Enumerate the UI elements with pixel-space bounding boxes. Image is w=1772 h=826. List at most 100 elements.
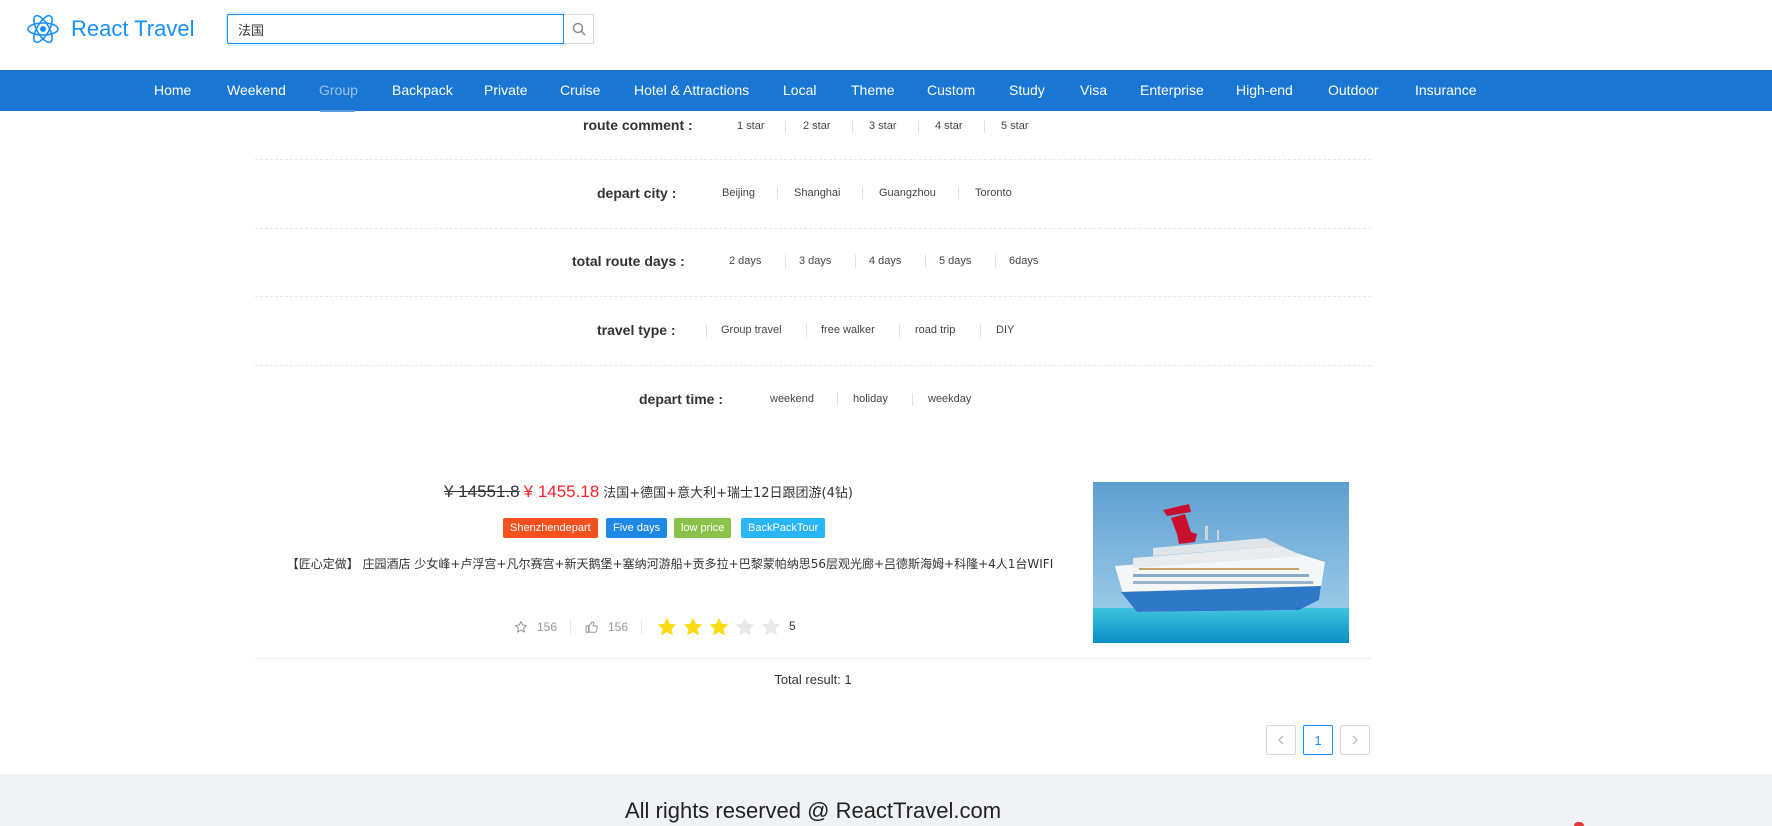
nav-item-high-end[interactable]: High-end bbox=[1236, 70, 1293, 111]
filter-separator bbox=[706, 324, 707, 337]
chevron-right-icon bbox=[1352, 735, 1358, 745]
nav-item-group[interactable]: Group bbox=[319, 70, 358, 111]
filter-separator bbox=[777, 187, 778, 200]
filter-option[interactable]: 2 star bbox=[803, 115, 831, 137]
nav-item-home[interactable]: Home bbox=[154, 70, 191, 111]
rating-star-2[interactable] bbox=[682, 616, 704, 638]
filter-option[interactable]: 1 star bbox=[737, 115, 765, 137]
filter-separator bbox=[855, 255, 856, 268]
filter-option[interactable]: Toronto bbox=[975, 182, 1012, 204]
search-button[interactable] bbox=[564, 14, 594, 44]
tag-backpacktour: BackPackTour bbox=[741, 518, 826, 538]
filter-separator bbox=[995, 255, 996, 268]
filter-option[interactable]: 4 star bbox=[935, 115, 963, 137]
filter-separator bbox=[837, 393, 838, 406]
filter-row-total-route-days: total route days : 2 days 3 days 4 days … bbox=[255, 250, 1371, 297]
filter-separator bbox=[925, 255, 926, 268]
search-icon bbox=[572, 22, 585, 36]
filter-option[interactable]: 2 days bbox=[729, 250, 761, 272]
header: React Travel bbox=[0, 0, 1772, 70]
react-logo-icon[interactable] bbox=[26, 12, 60, 46]
filter-option[interactable]: road trip bbox=[915, 319, 955, 341]
list-divider bbox=[255, 658, 1371, 659]
cruise-ship-image bbox=[1093, 482, 1349, 643]
filter-option[interactable]: Group travel bbox=[721, 319, 782, 341]
filter-separator bbox=[806, 324, 807, 337]
filter-separator bbox=[785, 120, 786, 133]
stat-separator bbox=[641, 619, 642, 634]
thumbs-up-icon bbox=[585, 621, 598, 633]
nav-item-theme[interactable]: Theme bbox=[851, 70, 895, 111]
filter-option[interactable]: 5 days bbox=[939, 250, 971, 272]
nav-item-cruise[interactable]: Cruise bbox=[560, 70, 600, 111]
filter-option[interactable]: 4 days bbox=[869, 250, 901, 272]
filter-separator bbox=[980, 324, 981, 337]
filter-option[interactable]: Guangzhou bbox=[879, 182, 936, 204]
filter-option[interactable]: Shanghai bbox=[794, 182, 841, 204]
nav-item-enterprise[interactable]: Enterprise bbox=[1140, 70, 1204, 111]
floating-badge[interactable] bbox=[1574, 822, 1584, 826]
filter-row-depart-city: depart city : Beijing Shanghai Guangzhou… bbox=[255, 182, 1371, 229]
nav-item-private[interactable]: Private bbox=[484, 70, 528, 111]
pagination-next[interactable] bbox=[1340, 725, 1370, 755]
filter-separator bbox=[912, 393, 913, 406]
like-count: 156 bbox=[608, 620, 629, 634]
filter-option[interactable]: Beijing bbox=[722, 182, 755, 204]
like-action[interactable]: 156 bbox=[585, 617, 628, 637]
filter-separator bbox=[918, 120, 919, 133]
nav-item-backpack[interactable]: Backpack bbox=[392, 70, 453, 111]
tag-five-days: Five days bbox=[606, 518, 668, 538]
nav-item-outdoor[interactable]: Outdoor bbox=[1328, 70, 1379, 111]
star-outline-icon bbox=[514, 620, 528, 633]
sale-price: ¥ 1455.18 bbox=[523, 482, 600, 501]
nav-item-local[interactable]: Local bbox=[783, 70, 816, 111]
rating-star-4[interactable] bbox=[734, 616, 756, 638]
filter-option[interactable]: 5 star bbox=[1001, 115, 1029, 137]
total-results: Total result: 1 bbox=[774, 672, 852, 687]
search-bar bbox=[227, 14, 602, 44]
rating-star-5[interactable] bbox=[760, 616, 782, 638]
nav-active-indicator bbox=[320, 110, 355, 112]
nav-item-hotel-attractions[interactable]: Hotel & Attractions bbox=[634, 70, 749, 111]
filter-option[interactable]: weekend bbox=[770, 388, 814, 410]
product-title[interactable]: 法国+德国+意大利+瑞士12日跟团游(4钻) bbox=[603, 486, 853, 501]
filter-option[interactable]: weekday bbox=[928, 388, 971, 410]
rating-star-1[interactable] bbox=[656, 616, 678, 638]
product-image[interactable] bbox=[1093, 482, 1349, 643]
product-price-line: ¥ 14551.8 ¥ 1455.18 法国+德国+意大利+瑞士12日跟团游(4钻) bbox=[444, 482, 853, 502]
brand-title[interactable]: React Travel bbox=[71, 16, 195, 42]
nav-item-insurance[interactable]: Insurance bbox=[1415, 70, 1476, 111]
search-input[interactable] bbox=[227, 14, 564, 44]
filter-label: total route days : bbox=[572, 253, 685, 269]
rating-star-3[interactable] bbox=[708, 616, 730, 638]
filter-separator bbox=[852, 120, 853, 133]
rating-value: 5 bbox=[789, 619, 796, 633]
tag-low-price: low price bbox=[674, 518, 732, 538]
favorite-count: 156 bbox=[537, 620, 558, 634]
favorite-action[interactable]: 156 bbox=[514, 617, 557, 637]
filter-label: depart city : bbox=[597, 185, 677, 201]
nav-item-custom[interactable]: Custom bbox=[927, 70, 975, 111]
filter-option[interactable]: 3 star bbox=[869, 115, 897, 137]
filter-row-depart-time: depart time : weekend holiday weekday bbox=[255, 388, 1371, 434]
product-description: 【匠心定做】 庄园酒店 少女峰+卢浮宫+凡尔赛宫+新天鹅堡+塞纳河游船+贡多拉+… bbox=[286, 557, 1054, 571]
footer-text: All rights reserved @ ReactTravel.com bbox=[624, 798, 1002, 823]
stat-separator bbox=[570, 619, 571, 634]
pagination-page-1[interactable]: 1 bbox=[1303, 725, 1333, 755]
filter-label: route comment : bbox=[583, 117, 693, 133]
filter-option[interactable]: free walker bbox=[821, 319, 875, 341]
filter-row-travel-type: travel type : Group travel free walker r… bbox=[255, 319, 1371, 366]
filter-option[interactable]: holiday bbox=[853, 388, 888, 410]
nav-item-study[interactable]: Study bbox=[1009, 70, 1045, 111]
filter-separator bbox=[862, 187, 863, 200]
filter-option[interactable]: 6days bbox=[1009, 250, 1038, 272]
filter-option[interactable]: DIY bbox=[996, 319, 1014, 341]
filter-separator bbox=[785, 255, 786, 268]
filter-option[interactable]: 3 days bbox=[799, 250, 831, 272]
nav-item-visa[interactable]: Visa bbox=[1080, 70, 1107, 111]
filter-row-route-comment: route comment : 1 star 2 star 3 star 4 s… bbox=[255, 113, 1371, 160]
pagination-prev[interactable] bbox=[1266, 725, 1296, 755]
filter-label: travel type : bbox=[597, 322, 676, 338]
filter-separator bbox=[984, 120, 985, 133]
nav-item-weekend[interactable]: Weekend bbox=[227, 70, 286, 111]
